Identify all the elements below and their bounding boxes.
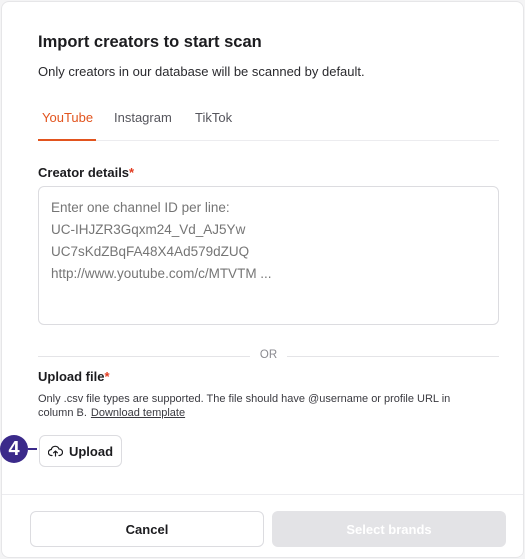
step-number-badge: 4 [0,435,28,463]
upload-file-label-text: Upload file [38,369,105,384]
creator-details-label-text: Creator details [38,165,130,180]
active-tab-indicator [38,139,96,141]
download-template-link[interactable]: Download template [91,407,185,419]
upload-button-label: Upload [68,443,114,459]
or-divider: OR [38,349,499,363]
tab-instagram[interactable]: Instagram [114,110,172,125]
required-mark: * [129,165,135,180]
cancel-button[interactable]: Cancel [30,511,264,547]
dialog-footer: Cancel Select brands [2,494,523,557]
dialog-title: Import creators to start scan [38,33,262,51]
or-label: OR [259,349,278,361]
upload-button[interactable]: Upload [39,435,122,467]
required-mark: * [104,369,110,384]
upload-help-text: Only .csv file types are supported. The … [38,392,478,420]
divider-line-right [287,356,499,357]
tab-tiktok[interactable]: TikTok [195,110,232,125]
creator-details-input[interactable] [38,186,499,325]
upload-file-label: Upload file* [38,369,110,384]
import-creators-dialog: Import creators to start scan Only creat… [1,1,524,558]
creator-details-label: Creator details* [38,165,134,180]
platform-tabs: YouTube Instagram TikTok [38,98,499,141]
dialog-subtitle: Only creators in our database will be sc… [38,64,365,79]
select-brands-button[interactable]: Select brands [272,511,506,547]
cloud-upload-icon [47,445,63,457]
step-badge-connector [28,448,37,450]
tab-youtube[interactable]: YouTube [42,110,93,125]
